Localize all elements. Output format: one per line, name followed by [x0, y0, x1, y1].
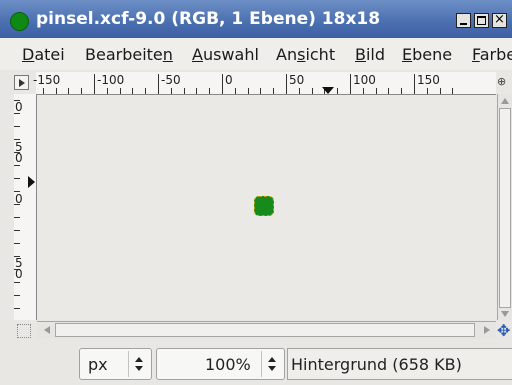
ruler-tick [439, 88, 441, 94]
ruler-tick [375, 88, 377, 94]
ruler-tick [14, 165, 20, 166]
menu-ansicht[interactable]: Ansicht [276, 45, 335, 64]
menu-bearbeiten[interactable]: Bearbeiten [85, 45, 173, 64]
ruler-label: -100 [97, 73, 125, 87]
ruler-tick [14, 230, 20, 231]
ruler-tick [106, 88, 108, 94]
window-title: pinsel.xcf-9.0 (RGB, 1 Ebene) 18x18 [36, 9, 381, 29]
ruler-label: 150 [417, 73, 440, 87]
ruler-tick [119, 88, 121, 94]
status-text: Hintergrund (658 KB) [291, 355, 462, 374]
ruler-tick [196, 88, 198, 94]
ruler-tick [260, 88, 262, 94]
ruler-tick [132, 88, 134, 94]
zoom-value: 100% [205, 355, 251, 374]
menu-auswahl[interactable]: Auswahl [192, 45, 259, 64]
ruler-tick [158, 74, 159, 94]
ruler-tick [183, 88, 185, 94]
ruler-label: -50 [161, 73, 181, 87]
spinner-arrows-icon[interactable] [128, 351, 149, 377]
menu-ebene[interactable]: Ebene [402, 45, 452, 64]
unit-value: px [88, 355, 108, 374]
ruler-pointer-marker [28, 176, 35, 188]
ruler-tick [81, 88, 83, 94]
ruler-tick [247, 88, 249, 94]
ruler-tick [14, 282, 20, 283]
menu-farbe[interactable]: Farbe [472, 45, 512, 64]
ruler-tick [14, 295, 20, 296]
ruler-tick [452, 88, 454, 94]
scroll-down-icon[interactable] [501, 311, 509, 317]
horizontal-ruler[interactable]: -150 -100 -50 0 50 100 150 [33, 72, 496, 95]
zoom-select[interactable]: 100% [156, 348, 285, 380]
ruler-tick [337, 88, 339, 94]
vertical-ruler[interactable]: 0 50 0 50 [14, 94, 37, 320]
ruler-label: 50 [289, 73, 305, 87]
menu-bild[interactable]: Bild [355, 45, 385, 64]
ruler-tick [145, 88, 147, 94]
ruler-tick [14, 243, 20, 244]
ruler-pointer-marker [322, 87, 334, 94]
ruler-tick [311, 88, 313, 94]
ruler-tick [209, 88, 211, 94]
ruler-label: -150 [33, 73, 61, 87]
ruler-tick [362, 88, 364, 94]
scroll-right-icon[interactable] [484, 326, 490, 334]
image-layer[interactable] [254, 196, 274, 216]
ruler-tick [14, 308, 20, 309]
move-arrows-icon[interactable]: ✥ [497, 321, 510, 340]
ruler-tick [42, 88, 44, 94]
status-label: Hintergrund (658 KB) [287, 348, 512, 380]
navigate-icon[interactable]: ⊕ [497, 75, 512, 92]
ruler-tick [286, 74, 287, 94]
close-icon: × [494, 12, 505, 27]
maximize-button[interactable] [474, 13, 489, 28]
ruler-tick [388, 88, 390, 94]
close-button[interactable]: × [492, 12, 507, 28]
ruler-tick [414, 74, 415, 94]
ruler-label: 0 [225, 73, 233, 87]
ruler-tick [401, 88, 403, 94]
spinner-arrows-icon[interactable] [261, 351, 282, 377]
ruler-tick [273, 88, 275, 94]
triangle-right-icon[interactable] [14, 75, 29, 90]
ruler-tick [94, 74, 95, 94]
image-icon [10, 12, 29, 31]
menu-datei[interactable]: Datei [22, 45, 65, 64]
ruler-tick [170, 88, 172, 94]
ruler-tick [14, 178, 20, 179]
ruler-tick [234, 88, 236, 94]
ruler-tick [55, 88, 57, 94]
ruler-label: 50 [15, 256, 23, 281]
title-bar[interactable]: pinsel.xcf-9.0 (RGB, 1 Ebene) 18x18 × [0, 0, 512, 38]
ruler-label: 100 [353, 73, 376, 87]
ruler-label: 0 [15, 100, 23, 114]
ruler-tick [222, 74, 223, 94]
ruler-tick [14, 217, 20, 218]
minimize-button[interactable] [456, 13, 471, 28]
ruler-tick [68, 88, 70, 94]
quick-mask-icon[interactable] [17, 324, 31, 338]
scroll-left-icon[interactable] [44, 326, 50, 334]
ruler-tick [14, 126, 20, 127]
ruler-label: 0 [15, 192, 23, 206]
ruler-tick [426, 88, 428, 94]
scroll-up-icon[interactable] [501, 98, 509, 104]
ruler-label: 50 [15, 140, 23, 165]
horizontal-scroll-thumb[interactable] [55, 323, 475, 337]
ruler-tick [298, 88, 300, 94]
ruler-tick [350, 74, 351, 94]
unit-select[interactable]: px [79, 348, 152, 380]
vertical-scroll-thumb[interactable] [499, 108, 511, 308]
